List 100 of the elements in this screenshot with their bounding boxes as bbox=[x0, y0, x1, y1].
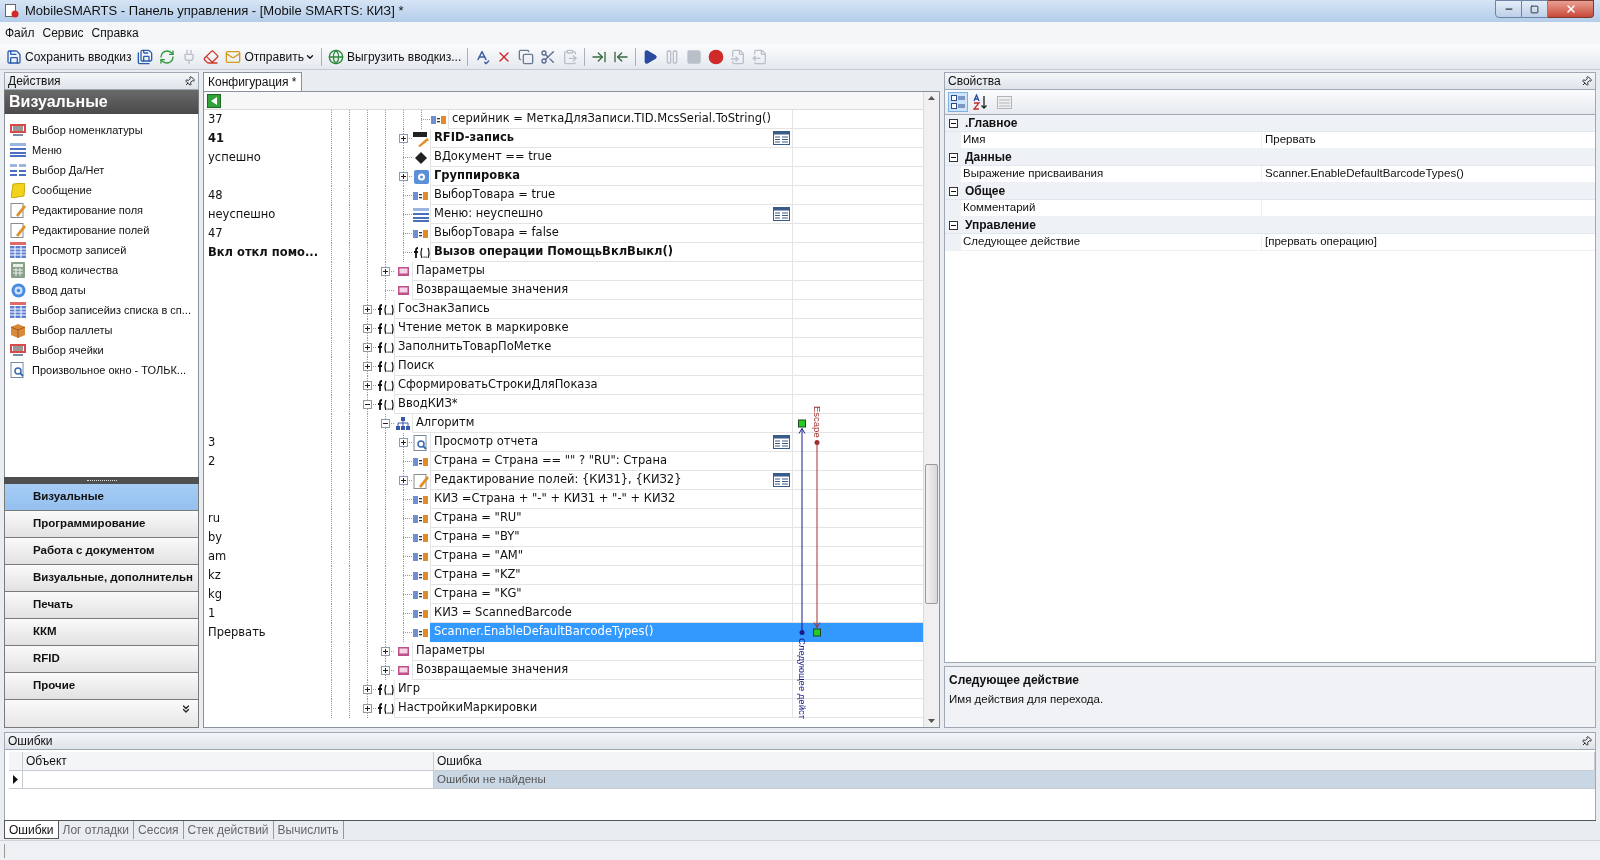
expander-button[interactable] bbox=[380, 267, 390, 276]
scroll-up-icon[interactable] bbox=[928, 96, 935, 100]
action-item[interactable]: Меню bbox=[5, 140, 198, 160]
toolbar-button[interactable]: Выгрузить вводкиз... bbox=[324, 45, 465, 68]
tree-row[interactable]: Параметры bbox=[412, 642, 792, 661]
tree-row[interactable]: КИЗ = ScannedBarcode bbox=[430, 604, 792, 623]
categorized-button[interactable] bbox=[948, 92, 968, 112]
collapse-button[interactable] bbox=[948, 118, 958, 128]
close-button[interactable] bbox=[1548, 0, 1594, 18]
tree-row[interactable]: Страна = "RU" bbox=[430, 509, 792, 528]
property-row[interactable]: Комментарий bbox=[945, 200, 1595, 217]
expander-button[interactable] bbox=[398, 134, 408, 143]
tree-row[interactable]: Вызов операции ПомощьВклВыкл() bbox=[430, 243, 792, 262]
menu-item[interactable]: Справка bbox=[91, 24, 139, 42]
category-button[interactable]: Печать bbox=[4, 592, 199, 619]
tree-row[interactable]: Чтение меток в маркировке bbox=[394, 319, 792, 338]
form-icon[interactable] bbox=[772, 473, 790, 487]
category-button[interactable]: Визуальные, дополнительн bbox=[4, 565, 199, 592]
property-category[interactable]: Управление bbox=[945, 217, 1595, 234]
action-item[interactable]: Редактирование полей bbox=[5, 220, 198, 240]
action-item[interactable]: Ввод количества bbox=[5, 260, 198, 280]
action-item[interactable]: Выбор записейиз списка в сп... bbox=[5, 300, 198, 320]
category-button[interactable]: Прочие bbox=[4, 673, 199, 700]
action-item[interactable]: Ввод даты bbox=[5, 280, 198, 300]
tree-row[interactable]: ВводКИЗ* bbox=[394, 395, 792, 414]
expander-button[interactable] bbox=[362, 343, 372, 352]
property-category[interactable]: Общее bbox=[945, 183, 1595, 200]
tree-row[interactable]: Страна = "AM" bbox=[430, 547, 792, 566]
menu-item[interactable]: Сервис bbox=[42, 24, 84, 42]
column-header[interactable]: Объект bbox=[23, 752, 434, 770]
expander-button[interactable] bbox=[398, 172, 408, 181]
expander-button[interactable] bbox=[362, 381, 372, 390]
tree-row[interactable]: Возвращаемые значения bbox=[412, 281, 792, 300]
tree-row[interactable]: Алгоритм bbox=[412, 414, 792, 433]
expander-button[interactable] bbox=[362, 704, 372, 713]
more-icon[interactable] bbox=[180, 703, 192, 715]
category-button[interactable]: Программирование bbox=[4, 511, 199, 538]
tree-row[interactable]: Страна = "KZ" bbox=[430, 566, 792, 585]
expander-button[interactable] bbox=[398, 476, 408, 485]
scroll-down-icon[interactable] bbox=[928, 719, 935, 723]
bottom-tab[interactable]: Вычислить bbox=[273, 821, 344, 839]
expander-button[interactable] bbox=[362, 324, 372, 333]
action-item[interactable]: Сообщение bbox=[5, 180, 198, 200]
form-icon[interactable] bbox=[772, 435, 790, 449]
property-category[interactable]: Данные bbox=[945, 149, 1595, 166]
tree-row[interactable]: ГосЗнакЗапись bbox=[394, 300, 792, 319]
tree-row[interactable]: Страна = "BY" bbox=[430, 528, 792, 547]
tree-row[interactable]: Просмотр отчета bbox=[430, 433, 792, 452]
tree-row[interactable]: Страна = "KG" bbox=[430, 585, 792, 604]
action-item[interactable]: Редактирование поля bbox=[5, 200, 198, 220]
property-row[interactable]: Имя Прервать bbox=[945, 132, 1595, 149]
tree-row[interactable]: СформироватьСтрокиДляПоказа bbox=[394, 376, 792, 395]
collapse-button[interactable] bbox=[948, 220, 958, 230]
tree-row[interactable]: НастройкиМаркировки bbox=[394, 699, 792, 718]
tree-row[interactable]: RFID-запись bbox=[430, 129, 792, 148]
bottom-tab[interactable]: Ошибки bbox=[4, 821, 59, 839]
menu-item[interactable]: Файл bbox=[5, 24, 35, 42]
action-item[interactable]: Просмотр записей bbox=[5, 240, 198, 260]
toolbar-button[interactable]: Сохранить вводкиз bbox=[3, 45, 135, 68]
expander-button[interactable] bbox=[380, 666, 390, 675]
tree-row[interactable]: ЗаполнитьТоварПоМетке bbox=[394, 338, 792, 357]
action-item[interactable]: Выбор Да/Нет bbox=[5, 160, 198, 180]
property-value[interactable]: Прервать bbox=[1265, 131, 1316, 149]
property-name[interactable]: Следующее действие bbox=[961, 234, 1262, 250]
tree-row[interactable]: ВДокумент == true bbox=[430, 148, 792, 167]
category-button[interactable]: Визуальные bbox=[4, 484, 199, 511]
maximize-button[interactable] bbox=[1522, 0, 1548, 18]
category-button[interactable]: RFID bbox=[4, 646, 199, 673]
bottom-tab[interactable]: Сессия bbox=[134, 821, 184, 839]
expander-button[interactable] bbox=[380, 419, 390, 428]
action-item[interactable]: Выбор номенклатуры bbox=[5, 120, 198, 140]
editor-tab[interactable]: Конфигурация * bbox=[203, 72, 302, 91]
form-icon[interactable] bbox=[772, 207, 790, 221]
tree-row[interactable]: Возвращаемые значения bbox=[412, 661, 792, 680]
back-button[interactable] bbox=[207, 93, 221, 108]
minimize-button[interactable] bbox=[1495, 0, 1522, 18]
scrollbar-thumb[interactable] bbox=[925, 464, 938, 604]
tree-row[interactable]: Меню: неуспешно bbox=[430, 205, 792, 224]
form-icon[interactable] bbox=[772, 131, 790, 145]
bottom-tab[interactable]: Лог отладки bbox=[58, 821, 135, 839]
action-item[interactable]: Выбор ячейки bbox=[5, 340, 198, 360]
category-button[interactable]: ККМ bbox=[4, 619, 199, 646]
collapse-button[interactable] bbox=[948, 152, 958, 162]
expander-button[interactable] bbox=[362, 400, 372, 409]
property-category[interactable]: .Главное bbox=[945, 115, 1595, 132]
tree-row[interactable]: Игр bbox=[394, 680, 792, 699]
category-button[interactable]: Работа с документом bbox=[4, 538, 199, 565]
tree-row[interactable]: Группировка bbox=[430, 167, 792, 186]
action-item[interactable]: Выбор паллеты bbox=[5, 320, 198, 340]
expander-button[interactable] bbox=[362, 305, 372, 314]
expander-button[interactable] bbox=[362, 362, 372, 371]
expander-button[interactable] bbox=[380, 647, 390, 656]
bottom-tab[interactable]: Стек действий bbox=[183, 821, 274, 839]
collapse-button[interactable] bbox=[948, 186, 958, 196]
property-name[interactable]: Комментарий bbox=[961, 200, 1262, 216]
column-header[interactable]: Ошибка bbox=[434, 752, 1595, 770]
property-name[interactable]: Имя bbox=[961, 132, 1262, 148]
tree-row[interactable]: Параметры bbox=[412, 262, 792, 281]
property-name[interactable]: Выражение присваивания bbox=[961, 166, 1262, 182]
action-item[interactable]: Произвольное окно - ТОЛЬК... bbox=[5, 360, 198, 380]
